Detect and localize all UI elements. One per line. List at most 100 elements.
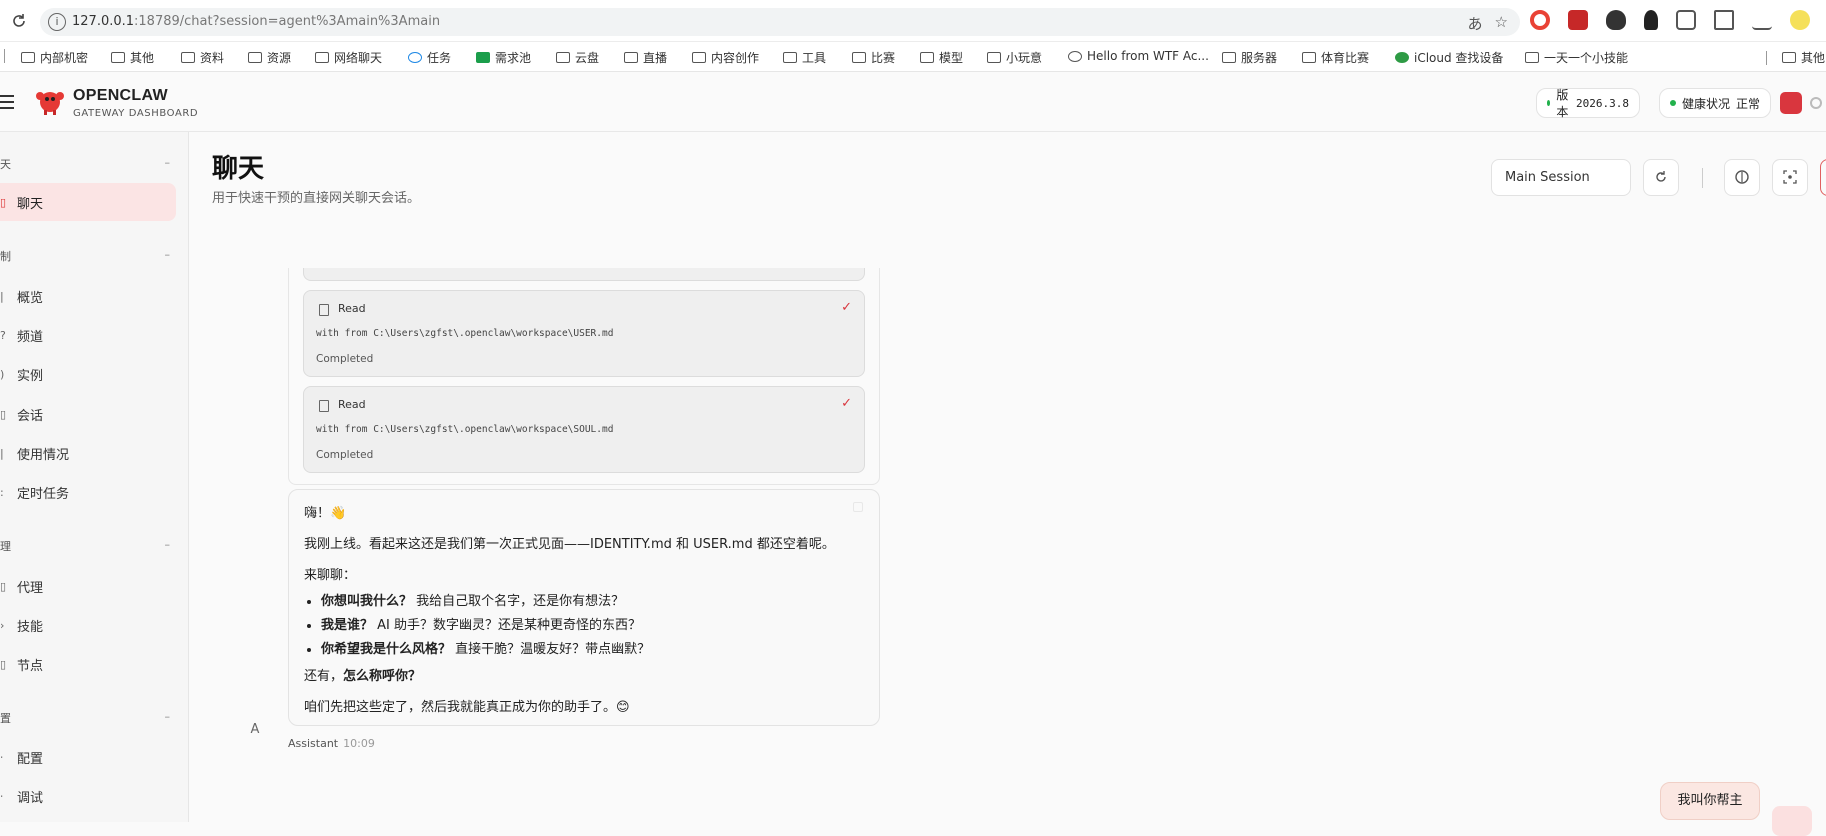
radio-icon: ) [0,368,5,381]
collapse-icon[interactable]: – [165,156,171,169]
sidebar-item-channels[interactable]: ? 频道 [0,326,43,345]
assistant-message: 嗨！👋 我刚上线。看起来这还是我们第一次正式见面——IDENTITY.md 和 … [288,489,880,726]
sidebar-item-usage[interactable]: | 使用情况 [0,444,69,463]
bookmark-folder[interactable]: 直播 [624,49,667,66]
extension-cat-icon[interactable] [1606,10,1626,30]
extension-chrome-icon[interactable] [1530,10,1550,30]
collapse-icon[interactable]: – [165,710,171,723]
section-title: 置 [0,712,11,725]
sidebar-item-label: 使用情况 [17,448,70,463]
sidebar-item-chat[interactable]: ▯ 聊天 [0,183,176,221]
assistant-avatar: A [250,722,260,737]
translate-icon[interactable]: あ [1468,13,1483,34]
downloads-icon[interactable] [1752,10,1772,30]
favorites-icon[interactable] [1714,10,1734,30]
bookmark-label: 需求池 [495,51,532,65]
collapse-icon[interactable]: – [165,538,171,551]
eye-icon [1068,50,1082,62]
bookmark-folder[interactable]: 服务器 [1222,49,1277,66]
clock-icon: : [0,486,4,499]
brand-subtitle: GATEWAY DASHBOARD [73,108,199,119]
bookmark-label: 工具 [802,51,827,65]
sidebar-section-settings[interactable]: 置 – [0,710,170,726]
bookmark-label: 比赛 [871,51,896,65]
bookmark-folder[interactable]: 云盘 [556,49,599,66]
extensions-puzzle-icon[interactable] [1676,10,1696,30]
focus-icon [1783,170,1797,184]
chart-icon: | [0,290,4,303]
openclaw-logo-icon [36,92,64,115]
sidebar-item-instances[interactable]: ) 实例 [0,365,43,384]
sidebar-item-skills[interactable]: › 技能 [0,616,43,635]
menu-icon[interactable] [0,95,14,113]
session-select[interactable]: Main Session [1491,159,1631,196]
folder-icon [111,52,125,63]
sidebar-item-label: 技能 [17,620,44,635]
health-label: 健康状况 [1682,96,1731,111]
brain-icon [1735,170,1749,184]
bookmark-link[interactable]: Hello from WTF Ac... [1068,49,1209,63]
bookmark-link[interactable]: 需求池 [476,49,531,66]
thinking-toggle-button[interactable] [1724,159,1760,196]
bookmark-folder[interactable]: 小玩意 [987,49,1042,66]
tool-card[interactable]: Read ✓ with from C:\Users\zgfst\.opencla… [303,290,865,377]
bookmark-folder[interactable]: 内容创作 [692,49,759,66]
bookmark-folder[interactable]: 资料 [181,49,224,66]
sidebar-item-debug[interactable]: ⋅ 调试 [0,787,43,806]
app-header: OPENCLAW GATEWAY DASHBOARD 版本 2026.3.8 健… [0,72,1826,132]
address-bar[interactable]: i 127.0.0.1:18789/chat?session=agent%3Am… [40,8,1520,36]
bookmark-folder[interactable]: 比赛 [852,49,895,66]
sidebar-item-cron[interactable]: : 定时任务 [0,483,69,502]
bookmark-folder[interactable]: 模型 [920,49,963,66]
bookmark-folder[interactable]: 网络聊天 [315,49,382,66]
new-session-button-edge[interactable] [1820,159,1826,196]
reload-icon[interactable] [10,12,28,30]
bookmark-folder[interactable]: 工具 [783,49,826,66]
message-list: 你想叫我什么？ 我给自己取个名字，还是你有想法？ 我是谁？ AI 助手？数字幽灵… [321,592,650,664]
copy-icon[interactable] [853,502,863,512]
bookmark-folder[interactable]: 其他 [111,49,154,66]
profile-avatar-icon[interactable] [1790,10,1810,30]
sidebar-item-overview[interactable]: | 概览 [0,287,43,306]
sidebar-section-chat[interactable]: 天 – [0,156,170,172]
bug-icon: ⋅ [0,790,4,803]
extension-person-icon[interactable] [1644,10,1658,30]
monitor-icon[interactable] [1780,92,1802,114]
sidebar-item-sessions[interactable]: ▯ 会话 [0,405,43,424]
tool-card[interactable]: Read ✓ with from C:\Users\zgfst\.opencla… [303,386,865,473]
version-badge: 版本 2026.3.8 [1536,88,1640,119]
extension-clapper-icon[interactable] [1568,10,1588,30]
bookmark-folder[interactable]: 内部机密 [21,49,88,66]
folder-icon [1525,52,1539,63]
list-item-bold: 你想叫我什么？ [321,594,413,609]
bookmark-folder[interactable]: 资源 [248,49,291,66]
url-text[interactable]: 127.0.0.1:18789/chat?session=agent%3Amai… [72,14,440,29]
bookmark-folder[interactable]: 体育比赛 [1302,49,1369,66]
focus-mode-button[interactable] [1772,159,1808,196]
refresh-button[interactable] [1643,159,1679,196]
tool-name: Read [338,398,366,411]
icloud-icon [1395,52,1409,63]
sidebar-item-nodes[interactable]: ▯ 节点 [0,655,43,674]
theme-toggle-icon[interactable] [1810,97,1822,109]
collapse-icon[interactable]: – [165,248,171,261]
sidebar-item-label: 节点 [17,659,44,674]
bookmark-label: 资源 [267,51,292,65]
message-meta: Assistant 10:09 [288,737,375,750]
sidebar-section-control[interactable]: 制 – [0,248,170,264]
bookmark-link[interactable]: 任务 [408,49,451,66]
bookmark-link[interactable]: iCloud 查找设备 [1395,49,1503,66]
message-bold: 怎么称呼你？ [343,669,422,684]
star-icon[interactable]: ☆ [1495,13,1508,34]
site-info-icon[interactable]: i [48,13,66,31]
bookmark-folder-other[interactable]: 其他 [1766,49,1825,66]
sidebar-section-agents[interactable]: 理 – [0,538,170,554]
bookmark-folder[interactable]: 一天一个小技能 [1525,49,1628,66]
sidebar-item-agents[interactable]: ▯ 代理 [0,577,43,596]
status-dot-icon [1670,100,1676,106]
message-time: 10:09 [343,737,375,750]
folder-icon [1782,52,1796,63]
bookmark-label: 直播 [643,51,668,65]
sidebar-item-config[interactable]: ⋅ 配置 [0,748,43,767]
toolbar-divider [1702,168,1703,188]
